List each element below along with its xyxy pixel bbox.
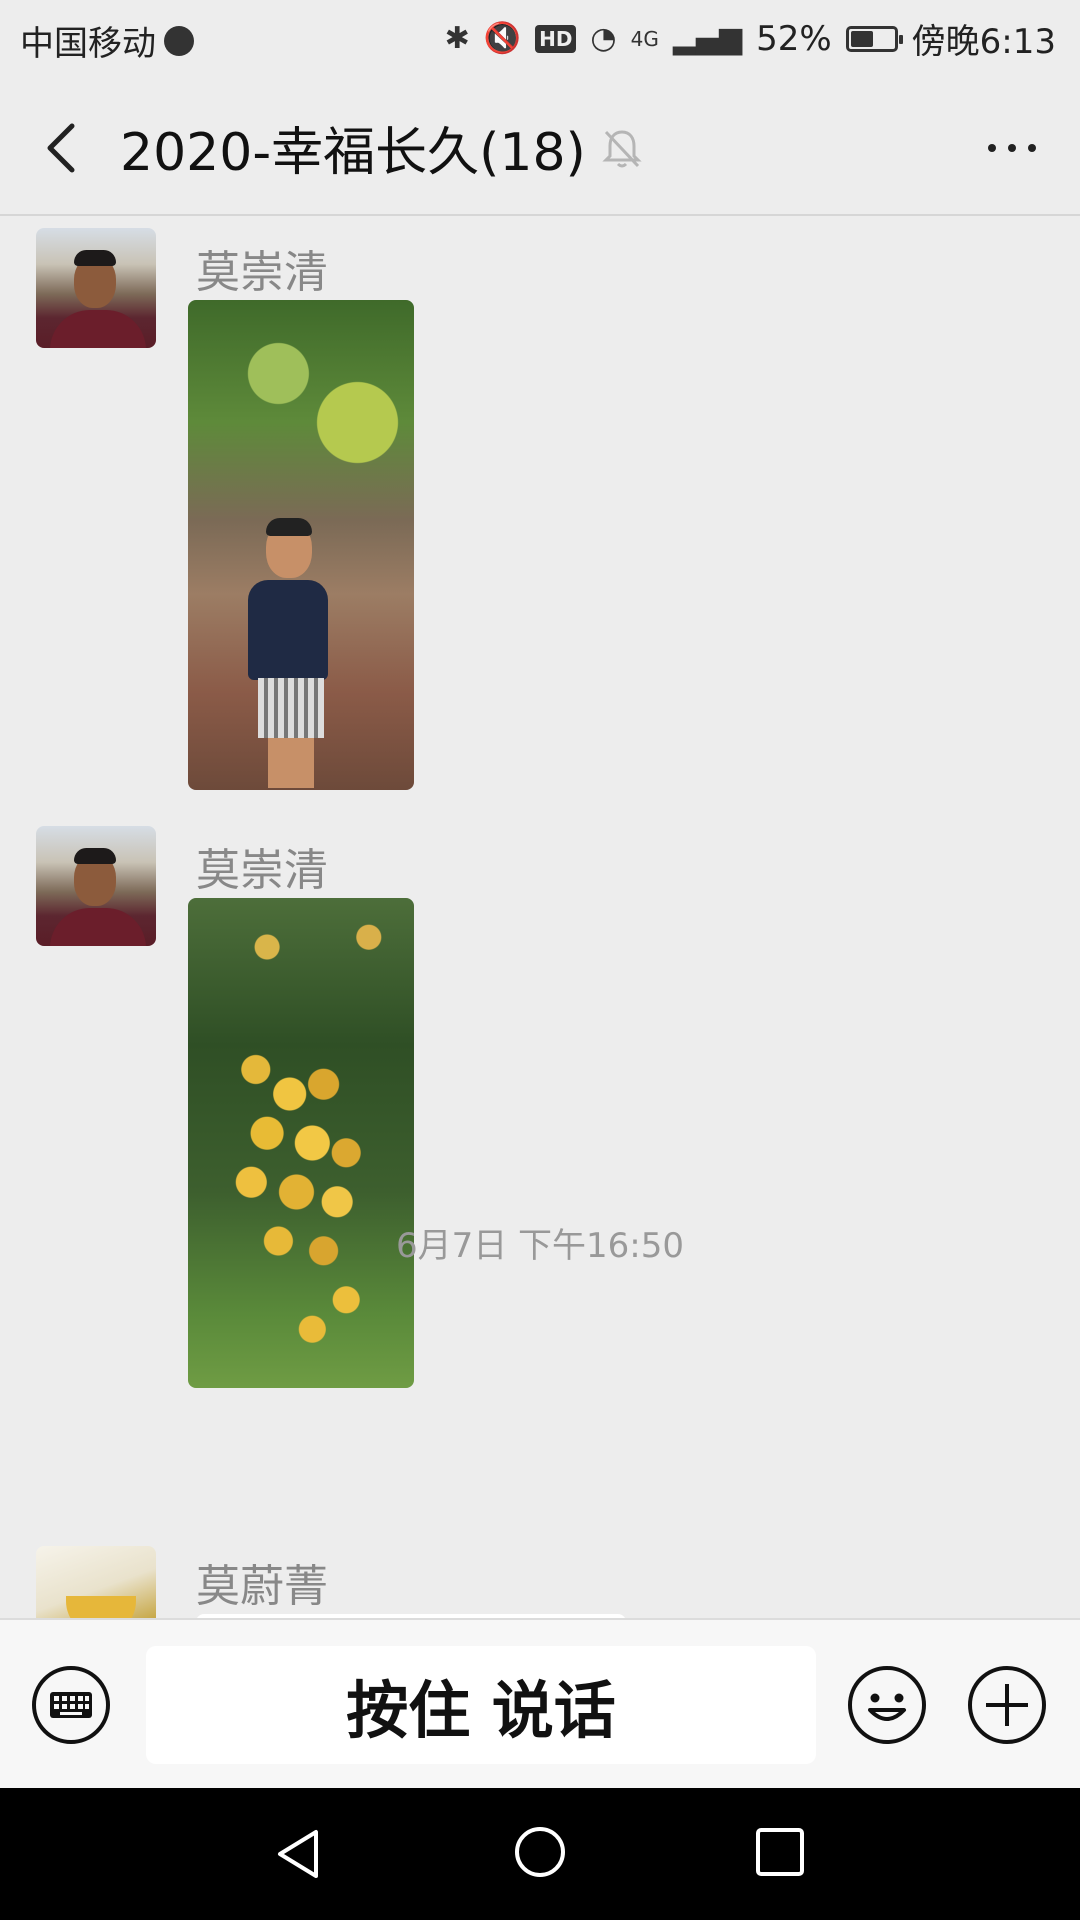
network-type: 4G xyxy=(630,26,659,51)
status-left: 中国移动 xyxy=(20,16,194,65)
hd-badge: HD xyxy=(535,24,577,53)
back-icon[interactable] xyxy=(38,118,88,178)
status-right: ✱ 🔇 HD ◔ 4G ▂▄▆ 52% 傍晚6:13 xyxy=(445,14,1056,63)
status-bar: 中国移动 ✱ 🔇 HD ◔ 4G ▂▄▆ 52% 傍晚6:13 xyxy=(0,0,1080,76)
message-timestamp: 6月7日 下午16:50 xyxy=(395,1226,685,1266)
wifi-icon: ◔ xyxy=(590,21,617,56)
chat-title: 2020-幸福长久(18) xyxy=(120,123,586,183)
nav-back-icon[interactable] xyxy=(272,1826,328,1882)
bluetooth-icon: ✱ xyxy=(444,21,470,56)
carrier-name: 中国移动 xyxy=(20,24,156,64)
avatar[interactable] xyxy=(36,1546,156,1618)
sender-name: 莫崇清 xyxy=(196,845,328,896)
battery-icon xyxy=(845,25,903,52)
system-nav-bar xyxy=(0,1788,1080,1920)
chat-message-list[interactable]: 莫崇清 莫崇清 6月7日 下午16:50 莫蔚菁 xyxy=(0,216,1080,1618)
signal-icon: ▂▄▆ xyxy=(672,21,743,56)
plus-icon[interactable] xyxy=(966,1664,1048,1746)
status-time: 傍晚6:13 xyxy=(911,22,1056,62)
mute-status-icon: 🔇 xyxy=(483,21,522,56)
avatar[interactable] xyxy=(36,826,156,946)
nav-home-icon[interactable] xyxy=(512,1824,568,1880)
input-bar: 按住 说话 xyxy=(0,1618,1080,1788)
avatar[interactable] xyxy=(36,228,156,348)
image-message[interactable] xyxy=(188,300,414,790)
nav-recent-icon[interactable] xyxy=(754,1826,806,1878)
globe-icon xyxy=(164,25,194,56)
image-message[interactable] xyxy=(188,898,414,1388)
chat-header: 2020-幸福长久(18) xyxy=(0,76,1080,216)
sender-name: 莫崇清 xyxy=(196,247,328,298)
more-icon[interactable] xyxy=(982,126,1042,170)
battery-fill xyxy=(850,30,873,47)
sender-name: 莫蔚菁 xyxy=(196,1561,328,1612)
battery-percent: 52% xyxy=(756,18,832,59)
keyboard-icon[interactable] xyxy=(30,1664,112,1746)
hold-to-talk-button[interactable]: 按住 说话 xyxy=(146,1646,816,1764)
bell-off-icon xyxy=(602,130,642,168)
emoji-icon[interactable] xyxy=(846,1664,928,1746)
